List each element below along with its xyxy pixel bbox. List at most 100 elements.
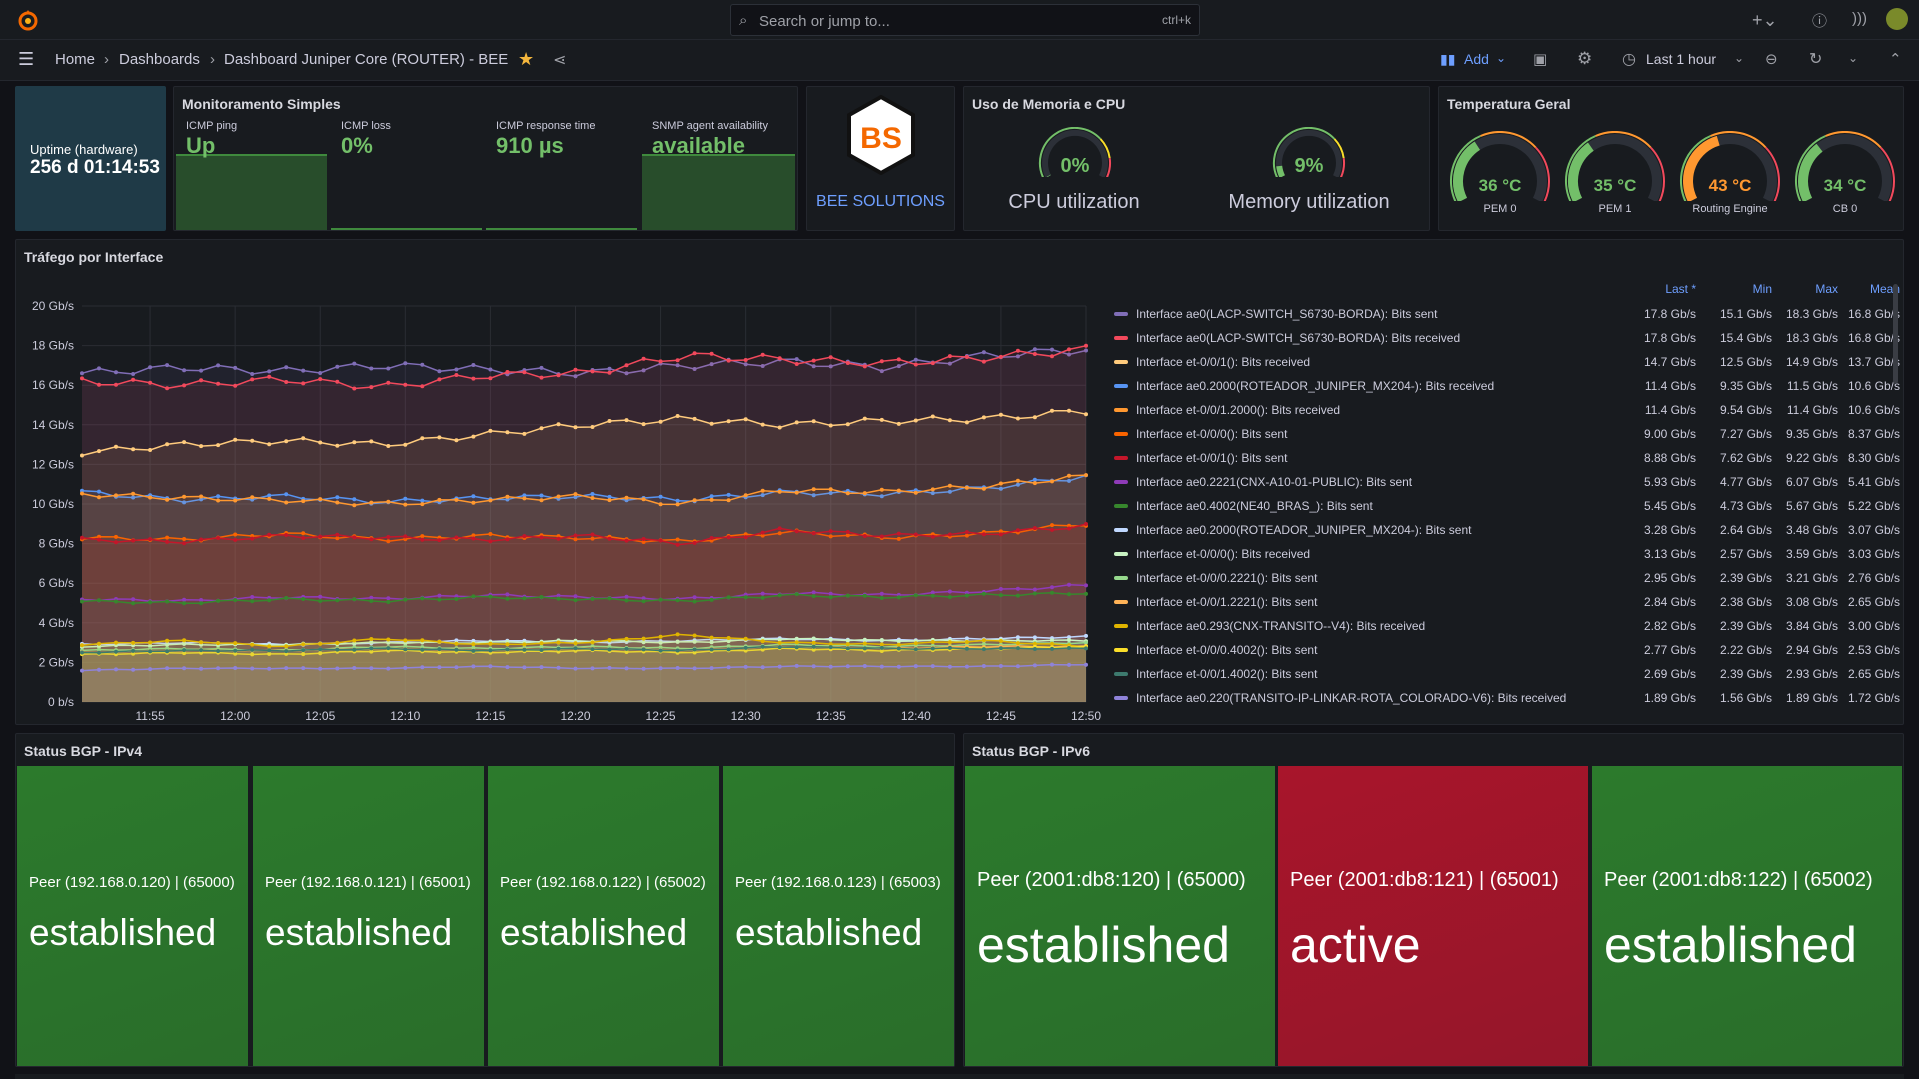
series-point	[1032, 635, 1037, 640]
legend-row[interactable]: Interface ae0(LACP-SWITCH_S6730-BORDA): …	[1106, 326, 1900, 350]
series-point	[318, 594, 323, 599]
legend-header-min[interactable]: Min	[1696, 282, 1772, 296]
series-point	[1050, 523, 1054, 528]
gauge-value: 36 °C	[1479, 176, 1522, 195]
gear-icon[interactable]: ⚙	[1577, 49, 1592, 69]
series-name[interactable]: Interface et-0/0/0(): Bits received	[1136, 547, 1310, 561]
series-point	[624, 598, 629, 603]
legend-row[interactable]: Interface ae0.293(CNX-TRANSITO--V4): Bit…	[1106, 614, 1900, 638]
series-point	[420, 596, 425, 601]
series-point	[403, 382, 408, 387]
series-point	[284, 644, 289, 649]
series-point	[1084, 412, 1088, 417]
legend-row[interactable]: Interface et-0/0/1.2221(): Bits sent 2.84…	[1106, 590, 1900, 614]
series-name[interactable]: Interface et-0/0/1(): Bits received	[1136, 355, 1310, 369]
avatar[interactable]	[1886, 8, 1908, 30]
series-point	[760, 595, 765, 600]
legend-max-value: 3.84 Gb/s	[1785, 619, 1838, 633]
series-point	[369, 366, 374, 371]
series-point	[896, 421, 901, 426]
series-name[interactable]: Interface et-0/0/1.2221(): Bits sent	[1136, 595, 1317, 609]
series-name[interactable]: Interface ae0.4002(NE40_BRAS_): Bits sen…	[1136, 499, 1373, 513]
series-name[interactable]: Interface ae0(LACP-SWITCH_S6730-BORDA): …	[1136, 307, 1437, 321]
series-point	[148, 537, 153, 542]
legend-row[interactable]: Interface et-0/0/0(): Bits sent 9.00 Gb/s…	[1106, 422, 1900, 446]
series-point	[386, 444, 391, 448]
series-point	[692, 416, 697, 421]
series-name[interactable]: Interface et-0/0/1(): Bits sent	[1136, 451, 1287, 465]
legend-row[interactable]: Interface ae0.2221(CNX-A10-01-PUBLIC): B…	[1106, 470, 1900, 494]
legend-header-mean[interactable]: Mean	[1838, 282, 1900, 296]
legend-row[interactable]: Interface et-0/0/1(): Bits received 14.7 …	[1106, 350, 1900, 374]
series-name[interactable]: Interface et-0/0/1.2000(): Bits received	[1136, 403, 1340, 417]
chevron-up-icon[interactable]: ⌃	[1889, 50, 1902, 68]
series-point	[335, 364, 340, 369]
grafana-logo-icon[interactable]	[14, 8, 42, 32]
breadcrumb-home[interactable]: Home	[55, 51, 95, 68]
series-point	[709, 635, 714, 640]
zoom-out-icon[interactable]: ⊖	[1765, 50, 1778, 68]
series-name[interactable]: Interface ae0.2000(ROTEADOR_JUNIPER_MX20…	[1136, 379, 1494, 393]
series-name[interactable]: Interface et-0/0/0.4002(): Bits sent	[1136, 643, 1317, 657]
legend-row[interactable]: Interface ae0(LACP-SWITCH_S6730-BORDA): …	[1106, 302, 1900, 326]
legend-min-value: 2.38 Gb/s	[1719, 595, 1772, 609]
series-point	[250, 438, 255, 443]
gauge-fill	[1276, 165, 1286, 177]
legend-row[interactable]: Interface et-0/0/1(): Bits sent 8.88 Gb/s…	[1106, 446, 1900, 470]
plus-icon[interactable]: +⌄	[1752, 10, 1778, 31]
rss-icon[interactable]: )))	[1852, 10, 1867, 27]
legend-min-value: 2.57 Gb/s	[1719, 547, 1772, 561]
series-name[interactable]: Interface ae0.293(CNX-TRANSITO--V4): Bit…	[1136, 619, 1425, 633]
legend-row[interactable]: Interface ae0.220(TRANSITO-IP-LINKAR-ROT…	[1106, 686, 1900, 710]
series-name[interactable]: Interface ae0(LACP-SWITCH_S6730-BORDA): …	[1136, 331, 1460, 345]
series-point	[590, 492, 595, 496]
legend-row[interactable]: Interface et-0/0/0(): Bits received 3.13 …	[1106, 542, 1900, 566]
series-name[interactable]: Interface et-0/0/1.4002(): Bits sent	[1136, 667, 1317, 681]
series-name[interactable]: Interface ae0.2000(ROTEADOR_JUNIPER_MX20…	[1136, 523, 1471, 537]
series-point	[573, 367, 578, 372]
share-icon[interactable]: ⋖	[553, 50, 566, 70]
legend-header-last[interactable]: Last *	[1626, 282, 1696, 296]
legend-row[interactable]: Interface et-0/0/0.2221(): Bits sent 2.95…	[1106, 566, 1900, 590]
legend-last-value: 14.7 Gb/s	[1643, 355, 1696, 369]
series-point	[284, 492, 289, 497]
legend-row[interactable]: Interface ae0.2000(ROTEADOR_JUNIPER_MX20…	[1106, 374, 1900, 398]
star-icon[interactable]: ★	[518, 49, 534, 70]
legend-row[interactable]: Interface ae0.4002(NE40_BRAS_): Bits sen…	[1106, 494, 1900, 518]
series-name[interactable]: Interface ae0.220(TRANSITO-IP-LINKAR-ROT…	[1136, 691, 1566, 705]
panel-title: Tráfego por Interface	[24, 249, 164, 265]
brand-name[interactable]: BEE SOLUTIONS	[807, 193, 954, 211]
series-name[interactable]: Interface ae0.2221(CNX-A10-01-PUBLIC): B…	[1136, 475, 1412, 489]
series-point	[267, 442, 272, 447]
series-point	[182, 368, 187, 373]
chevron-down-icon[interactable]: ⌄	[1848, 51, 1858, 65]
breadcrumb-current: Dashboard Juniper Core (ROUTER) - BEE	[224, 51, 509, 68]
traffic-chart[interactable]: 0 b/s 2 Gb/s 4 Gb/s 6 Gb/s 8 Gb/s 10 Gb/s 12 G…	[16, 266, 1106, 726]
menu-icon[interactable]: ☰	[18, 49, 34, 70]
bgp-peer-label: Peer (192.168.0.120) | (65000)	[29, 874, 235, 891]
series-point	[403, 638, 408, 643]
legend-scrollbar[interactable]	[1893, 284, 1898, 384]
save-icon[interactable]: ▣	[1533, 50, 1547, 68]
series-point	[1084, 583, 1088, 588]
temp-gauge: 34 °C CB 0	[1792, 131, 1898, 227]
add-button[interactable]: Add	[1464, 51, 1489, 67]
series-point	[760, 665, 765, 670]
series-point	[964, 640, 969, 644]
next-row-edge	[15, 1074, 1904, 1079]
legend-row[interactable]: Interface et-0/0/0.4002(): Bits sent 2.77…	[1106, 638, 1900, 662]
refresh-icon[interactable]: ↻	[1809, 49, 1822, 69]
time-range-picker[interactable]: Last 1 hour	[1646, 51, 1716, 67]
series-point	[80, 371, 84, 376]
legend-header-max[interactable]: Max	[1772, 282, 1838, 296]
series-point	[437, 497, 442, 502]
legend-row[interactable]: Interface ae0.2000(ROTEADOR_JUNIPER_MX20…	[1106, 518, 1900, 542]
series-name[interactable]: Interface et-0/0/0.2221(): Bits sent	[1136, 571, 1317, 585]
series-point	[896, 531, 901, 536]
help-icon[interactable]: ⓘ	[1812, 10, 1827, 31]
search-input[interactable]: ⌕ Search or jump to... ctrl+k	[730, 4, 1200, 36]
legend-row[interactable]: Interface et-0/0/1.4002(): Bits sent 2.69…	[1106, 662, 1900, 686]
series-name[interactable]: Interface et-0/0/0(): Bits sent	[1136, 427, 1287, 441]
breadcrumb-dashboards[interactable]: Dashboards	[119, 51, 200, 68]
legend-row[interactable]: Interface et-0/0/1.2000(): Bits received…	[1106, 398, 1900, 422]
